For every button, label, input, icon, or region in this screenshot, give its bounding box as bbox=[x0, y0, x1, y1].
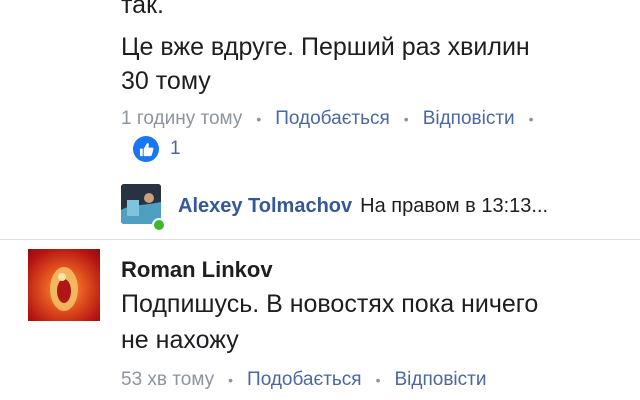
like-count: 1 bbox=[170, 138, 181, 159]
thumbs-up-icon bbox=[133, 136, 159, 162]
reply-author-name[interactable]: Alexey Tolmachov bbox=[178, 195, 352, 217]
reply-link[interactable]: Відповісти bbox=[423, 108, 515, 130]
separator-dot: • bbox=[375, 372, 381, 388]
online-status-dot bbox=[152, 218, 166, 232]
comment-text-line2: не нахожу bbox=[121, 326, 239, 354]
comment-meta: 1 годину тому • Подобається • Відповісти… bbox=[121, 108, 548, 130]
comment-text-line0: так. bbox=[121, 0, 164, 19]
reaction-summary[interactable]: 1 bbox=[133, 136, 181, 162]
comment-divider bbox=[0, 239, 640, 240]
separator-dot: • bbox=[403, 111, 409, 127]
comment-text-line2: 30 тому bbox=[121, 67, 211, 95]
comment-timestamp[interactable]: 1 годину тому bbox=[121, 108, 242, 130]
reply-preview[interactable]: Alexey Tolmachov На правом в 13:13... bbox=[178, 195, 548, 218]
comment-text-line1: Це вже вдруге. Перший раз хвилин bbox=[121, 33, 530, 61]
reply-link[interactable]: Відповісти bbox=[395, 369, 487, 391]
reply-snippet: На правом в 13:13... bbox=[360, 195, 549, 217]
like-link[interactable]: Подобається bbox=[275, 108, 390, 130]
like-link[interactable]: Подобається bbox=[247, 369, 362, 391]
separator-dot: • bbox=[256, 111, 262, 127]
author-avatar[interactable] bbox=[28, 249, 100, 321]
separator-dot: • bbox=[228, 372, 234, 388]
comment-author-name[interactable]: Roman Linkov bbox=[121, 257, 273, 283]
comment-meta: 53 хв тому • Подобається • Відповісти bbox=[121, 369, 486, 391]
separator-dot: • bbox=[528, 111, 534, 127]
comment-text-line1: Подпишусь. В новостях пока ничего bbox=[121, 290, 539, 318]
comment-timestamp[interactable]: 53 хв тому bbox=[121, 369, 214, 391]
